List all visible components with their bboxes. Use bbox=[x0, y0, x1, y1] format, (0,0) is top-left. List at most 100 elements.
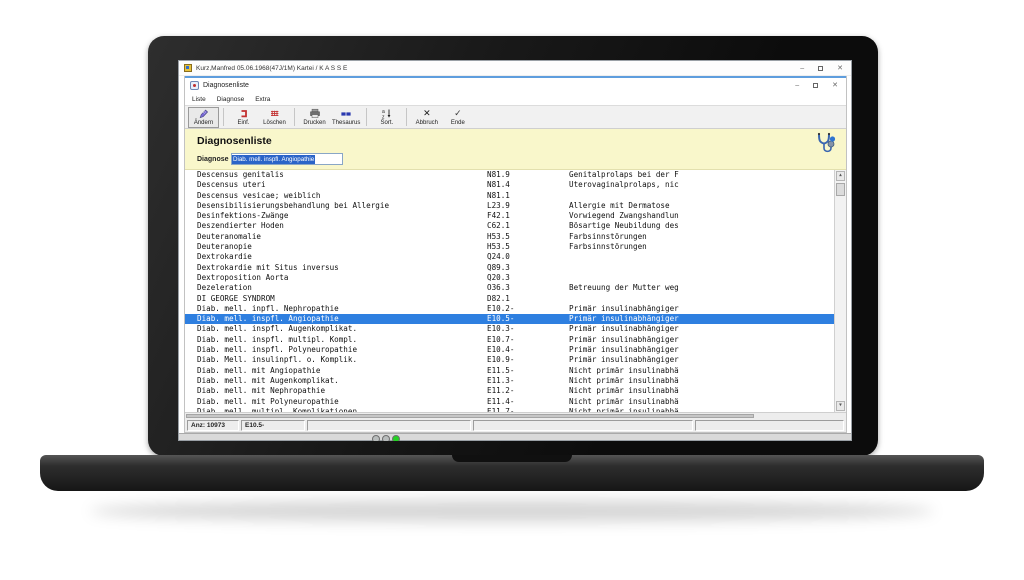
table-row[interactable]: Diab. mell. mit NephropathieE11.2-Nicht … bbox=[185, 386, 834, 396]
status-light-gray-2-icon bbox=[382, 435, 390, 441]
table-row[interactable]: Deszendierter HodenC62.1Bösartige Neubil… bbox=[185, 221, 834, 231]
table-row-selected[interactable]: Diab. mell. inspfl. AngiopathieE10.5-Pri… bbox=[185, 314, 834, 324]
status-selected-code: E10.5- bbox=[241, 420, 305, 431]
table-row[interactable]: Diab. Mell. insulinpfl. o. Komplik.E10.9… bbox=[185, 355, 834, 365]
toolbar-button-einf[interactable]: Einf. bbox=[228, 107, 259, 128]
close-icon[interactable]: ✕ bbox=[832, 82, 838, 89]
table-row[interactable]: Diab. mell. mit PolyneuropathieE11.4-Nic… bbox=[185, 397, 834, 407]
icd-description: Betreuung der Mutter weg bbox=[569, 283, 679, 293]
icd-code: N81.4 bbox=[487, 180, 510, 190]
table-row[interactable]: DeuteranopieH53.5Farbsinnstörungen bbox=[185, 242, 834, 252]
maximize-icon[interactable] bbox=[813, 83, 818, 88]
toolbar-button-ende[interactable]: ✓Ende bbox=[442, 107, 473, 128]
table-row[interactable]: Diab. mell. inspfl. PolyneuropathieE10.4… bbox=[185, 345, 834, 355]
page: Kurz,Manfred 05.06.1968(47J/1M) Kartei /… bbox=[0, 0, 1024, 580]
cancel-x-icon: ✕ bbox=[423, 108, 431, 119]
diagnosis-name: Diab. mell. mit Angiopathie bbox=[197, 366, 320, 376]
background-app-statusbar bbox=[179, 433, 851, 440]
icd-code: C62.1 bbox=[487, 221, 510, 231]
diagnosis-name: Descensus vesicae; weiblich bbox=[197, 191, 320, 201]
vertical-scroll-thumb[interactable] bbox=[836, 183, 845, 196]
table-row[interactable]: Dextroposition Aorta Q20.3 bbox=[185, 273, 834, 283]
delete-grid-icon bbox=[269, 108, 280, 119]
printer-icon bbox=[309, 108, 321, 119]
horizontal-scroll-thumb[interactable] bbox=[186, 414, 754, 418]
patient-record-window: Kurz,Manfred 05.06.1968(47J/1M) Kartei /… bbox=[178, 60, 852, 441]
check-icon: ✓ bbox=[454, 108, 462, 119]
maximize-icon[interactable] bbox=[818, 66, 823, 71]
toolbar-button-label: Ändern bbox=[194, 120, 213, 126]
table-row[interactable]: DI GEORGE SYNDROMD82.1 bbox=[185, 294, 834, 304]
table-row[interactable]: Dextrokardie Q24.0 bbox=[185, 252, 834, 262]
laptop-shadow bbox=[90, 500, 934, 522]
close-icon[interactable]: ✕ bbox=[837, 65, 843, 72]
table-row[interactable]: Diab. mell. mit AngiopathieE11.5-Nicht p… bbox=[185, 366, 834, 376]
diagnosis-name: Dextroposition Aorta bbox=[197, 273, 288, 283]
status-panel-empty bbox=[307, 420, 471, 431]
panel-title: Diagnosenliste bbox=[197, 135, 272, 147]
icd-description: Genitalprolaps bei der F bbox=[569, 170, 679, 180]
icd-description: Primär insulinabhängiger bbox=[569, 355, 679, 365]
svg-text:z: z bbox=[382, 114, 385, 119]
outer-titlebar[interactable]: Kurz,Manfred 05.06.1968(47J/1M) Kartei /… bbox=[179, 61, 851, 76]
table-row[interactable]: Diab. mell. inspfl. multipl. Kompl.E10.7… bbox=[185, 335, 834, 345]
diagnosis-name: Diab. mell. inspfl. Augenkomplikat. bbox=[197, 324, 357, 334]
table-row[interactable]: Diab. mell. inpfl. NephropathieE10.2-Pri… bbox=[185, 304, 834, 314]
status-light-green-icon bbox=[392, 435, 400, 441]
minimize-icon[interactable]: – bbox=[795, 82, 799, 89]
toolbar-button-label: Thesaurus bbox=[332, 120, 360, 126]
menu-liste[interactable]: Liste bbox=[192, 96, 206, 103]
toolbar-button-sort[interactable]: azSort. bbox=[371, 107, 402, 128]
icd-code: E11.5- bbox=[487, 366, 514, 376]
diagnosis-list: Descensus genitalisN81.9Genitalprolaps b… bbox=[185, 170, 846, 412]
icd-description: Nicht primär insulinabhä bbox=[569, 397, 679, 407]
diagnosis-name: Diab. mell. mit Nephropathie bbox=[197, 386, 325, 396]
menu-extra[interactable]: Extra bbox=[255, 96, 270, 103]
toolbar-button-label: Sort. bbox=[381, 120, 394, 126]
icd-code: E10.2- bbox=[487, 304, 514, 314]
icd-code: D82.1 bbox=[487, 294, 510, 304]
icd-code: Q20.3 bbox=[487, 273, 510, 283]
icd-description: Bösartige Neubildung des bbox=[569, 221, 679, 231]
icd-description: Allergie mit Dermatose bbox=[569, 201, 670, 211]
table-row[interactable]: DezelerationO36.3Betreuung der Mutter we… bbox=[185, 283, 834, 293]
diagnosis-name: Desensibilisierungsbehandlung bei Allerg… bbox=[197, 201, 389, 211]
toolbar-button-abbruch[interactable]: ✕Abbruch bbox=[411, 107, 442, 128]
status-count: Anz: 10973 bbox=[187, 420, 239, 431]
table-row[interactable]: Descensus vesicae; weiblichN81.1 bbox=[185, 191, 834, 201]
diagnose-input[interactable]: Diab. mell. inspfl. Angiopathie bbox=[231, 153, 343, 165]
status-panel-empty bbox=[473, 420, 693, 431]
table-row[interactable]: Descensus genitalisN81.9Genitalprolaps b… bbox=[185, 170, 834, 180]
laptop-screen: Kurz,Manfred 05.06.1968(47J/1M) Kartei /… bbox=[178, 60, 852, 441]
diagnosis-name: Dezeleration bbox=[197, 283, 252, 293]
icd-code: N81.9 bbox=[487, 170, 510, 180]
table-row[interactable]: Descensus uteriN81.4Uterovaginalprolaps,… bbox=[185, 180, 834, 190]
scroll-up-icon[interactable]: ▲ bbox=[836, 171, 845, 181]
icd-description: Primär insulinabhängiger bbox=[569, 335, 679, 345]
toolbar-separator bbox=[294, 108, 295, 126]
toolbar-button-thesaurus[interactable]: Thesaurus bbox=[330, 107, 362, 128]
icd-code: E11.3- bbox=[487, 376, 514, 386]
toolbar-button-ändern[interactable]: Ändern bbox=[188, 107, 219, 128]
diagnosis-name: Diab. mell. inspfl. Polyneuropathie bbox=[197, 345, 357, 355]
table-row[interactable]: Desinfektions-ZwängeF42.1Vorwiegend Zwan… bbox=[185, 211, 834, 221]
toolbar-button-label: Drucken bbox=[303, 120, 325, 126]
table-row[interactable]: Diab. mell. mit Augenkomplikat.E11.3-Nic… bbox=[185, 376, 834, 386]
horizontal-scrollbar[interactable] bbox=[185, 412, 846, 419]
icd-description: Nicht primär insulinabhä bbox=[569, 386, 679, 396]
diagnosis-name: Dextrokardie bbox=[197, 252, 252, 262]
table-row[interactable]: Dextrokardie mit Situs inversusQ89.3 bbox=[185, 263, 834, 273]
status-light-gray-1-icon bbox=[372, 435, 380, 441]
table-row[interactable]: DeuteranomalieH53.5Farbsinnstörungen bbox=[185, 232, 834, 242]
table-row[interactable]: Diab. mell. inspfl. Augenkomplikat.E10.3… bbox=[185, 324, 834, 334]
menu-diagnose[interactable]: Diagnose bbox=[217, 96, 244, 103]
minimize-icon[interactable]: – bbox=[800, 65, 804, 72]
vertical-scrollbar[interactable]: ▲ ▼ bbox=[834, 170, 846, 412]
icd-code: E10.7- bbox=[487, 335, 514, 345]
table-row[interactable]: Desensibilisierungsbehandlung bei Allerg… bbox=[185, 201, 834, 211]
toolbar-button-drucken[interactable]: Drucken bbox=[299, 107, 330, 128]
icd-code: Q24.0 bbox=[487, 252, 510, 262]
scroll-down-icon[interactable]: ▼ bbox=[836, 401, 845, 411]
toolbar-button-löschen[interactable]: Löschen bbox=[259, 107, 290, 128]
inner-titlebar[interactable]: Diagnosenliste – ✕ bbox=[185, 78, 846, 93]
